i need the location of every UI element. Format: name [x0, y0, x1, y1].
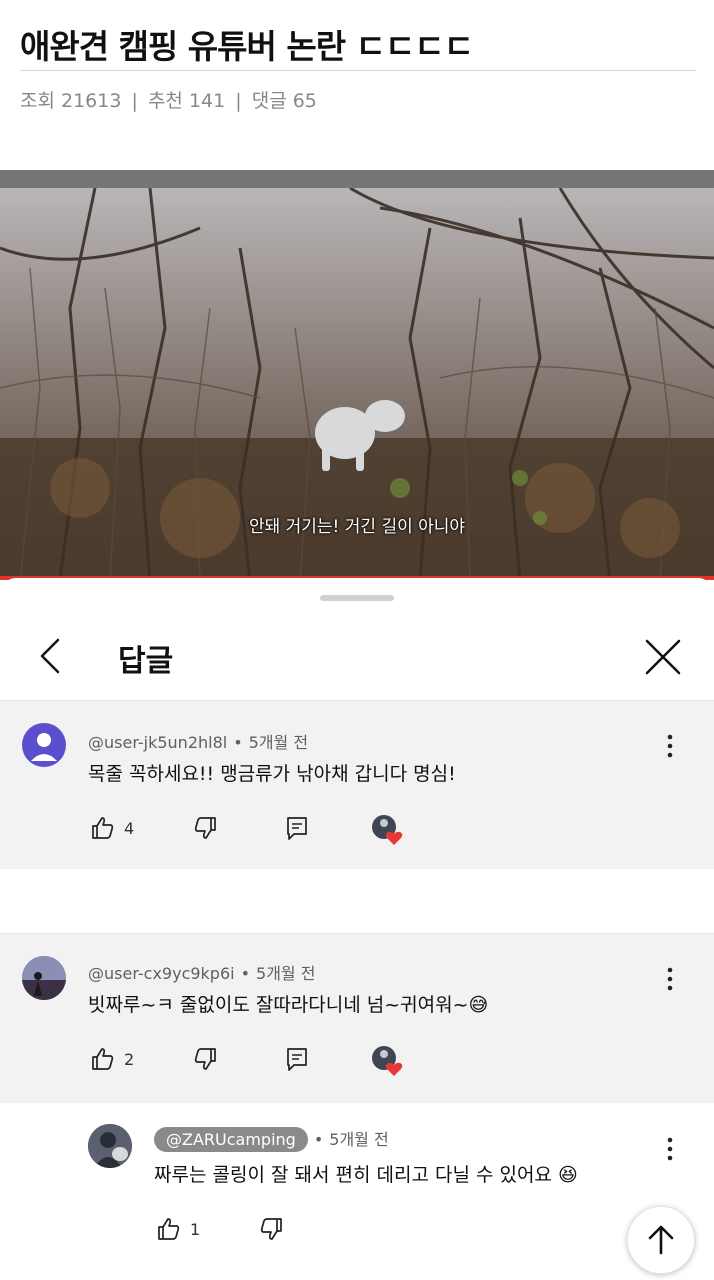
more-options-button[interactable]: [660, 731, 680, 761]
arrow-up-icon: [648, 1225, 674, 1255]
dislike-button[interactable]: [258, 1214, 284, 1244]
emoji: 😆: [557, 1164, 578, 1186]
reply-header: @ZARUcamping • 5개월 전: [154, 1126, 389, 1152]
more-vert-icon: [667, 967, 673, 991]
reply-text-body: 짜루는 콜링이 잘 돼서 편히 데리고 다닐 수 있어요: [154, 1164, 552, 1186]
reply-header: @user-jk5un2hl8l • 5개월 전: [88, 733, 309, 752]
like-button[interactable]: 2: [90, 1044, 134, 1074]
reply-item: @ZARUcamping • 5개월 전 짜루는 콜링이 잘 돼서 편히 데리고 다…: [0, 1104, 714, 1280]
creator-heart-badge: [370, 1044, 404, 1076]
reply-author[interactable]: @ZARUcamping: [154, 1127, 308, 1152]
back-button[interactable]: [30, 634, 74, 678]
thumb-up-icon: [158, 1218, 180, 1240]
dislike-button[interactable]: [192, 1044, 218, 1074]
more-vert-icon: [667, 1137, 673, 1161]
sheet-title: 답글: [118, 644, 174, 679]
drag-handle[interactable]: [320, 595, 394, 601]
title-divider: [20, 70, 696, 71]
reply-icon: [287, 817, 307, 840]
thumb-up-icon: [92, 817, 114, 839]
thumb-down-icon: [194, 1048, 216, 1070]
meta-separator: |: [235, 90, 242, 112]
reply-icon: [287, 1048, 307, 1071]
reply-header: @user-cx9yc9kp6i • 5개월 전: [88, 964, 316, 983]
avatar[interactable]: [22, 956, 66, 1000]
chevron-left-icon: [40, 638, 60, 674]
user-icon: [88, 1124, 132, 1168]
recommend-count: 추천 141: [147, 90, 226, 112]
video-player[interactable]: 안돼 거기는! 거긴 길이 아니야: [0, 170, 714, 580]
reply-author[interactable]: @user-cx9yc9kp6i: [88, 964, 235, 983]
user-icon: [31, 733, 57, 761]
thumb-down-icon: [260, 1218, 282, 1240]
reply-text: 목줄 꼭하세요!! 맹금류가 낚아채 갑니다 명심!: [88, 763, 456, 785]
reply-button[interactable]: [285, 813, 309, 843]
more-options-button[interactable]: [660, 1134, 680, 1164]
emoji: 😅: [468, 994, 489, 1016]
reply-text: 짜루는 콜링이 잘 돼서 편히 데리고 다닐 수 있어요 😆: [154, 1160, 578, 1187]
post-title: 애완견 캠핑 유튜버 논란 ㄷㄷㄷㄷ: [20, 27, 474, 66]
avatar[interactable]: [22, 723, 66, 767]
creator-heart-badge: [370, 813, 404, 845]
video-top-bar: [0, 170, 714, 188]
more-options-button[interactable]: [660, 964, 680, 994]
close-icon: [645, 639, 681, 675]
view-count: 조회 21613: [20, 90, 122, 112]
scroll-to-top-button[interactable]: [627, 1206, 695, 1274]
like-count: 2: [124, 1049, 135, 1069]
reply-text: 빗짜루~ㅋ 줄없이도 잘따라다니네 넘~귀여워~😅: [88, 990, 488, 1017]
reply-text-body: 빗짜루~ㅋ 줄없이도 잘따라다니네 넘~귀여워~: [88, 994, 469, 1016]
avatar[interactable]: [88, 1124, 132, 1168]
heart-icon: [372, 815, 403, 845]
reply-time: 5개월 전: [256, 964, 316, 983]
like-button[interactable]: 4: [90, 813, 134, 843]
comment-count: 댓글 65: [251, 90, 317, 112]
thumb-down-icon: [194, 817, 216, 839]
like-count: 1: [190, 1219, 201, 1239]
reply-item: @user-cx9yc9kp6i • 5개월 전 빗짜루~ㅋ 줄없이도 잘따라다니네…: [0, 933, 714, 1103]
meta-separator: |: [131, 90, 138, 112]
user-icon: [22, 956, 66, 1000]
reply-item: @user-jk5un2hl8l • 5개월 전 목줄 꼭하세요!! 맹금류가 낚아…: [0, 701, 714, 869]
thumb-up-icon: [92, 1048, 114, 1070]
close-button[interactable]: [640, 634, 686, 680]
more-vert-icon: [667, 734, 673, 758]
reply-author[interactable]: @user-jk5un2hl8l: [88, 733, 227, 752]
replies-sheet: 답글 @user-jk5un2hl8l • 5개월 전 목줄 꼭하세요!! 맹금류가…: [0, 578, 714, 1280]
post-meta: 조회 21613 | 추천 141 | 댓글 65: [20, 86, 317, 113]
heart-icon: [372, 1046, 403, 1076]
dislike-button[interactable]: [192, 813, 218, 843]
like-count: 4: [124, 818, 135, 838]
reply-time: 5개월 전: [248, 733, 309, 752]
reply-button[interactable]: [285, 1044, 309, 1074]
like-button[interactable]: 1: [156, 1214, 200, 1244]
video-subtitle: 안돼 거기는! 거긴 길이 아니야: [248, 517, 466, 537]
reply-time: 5개월 전: [329, 1130, 389, 1149]
